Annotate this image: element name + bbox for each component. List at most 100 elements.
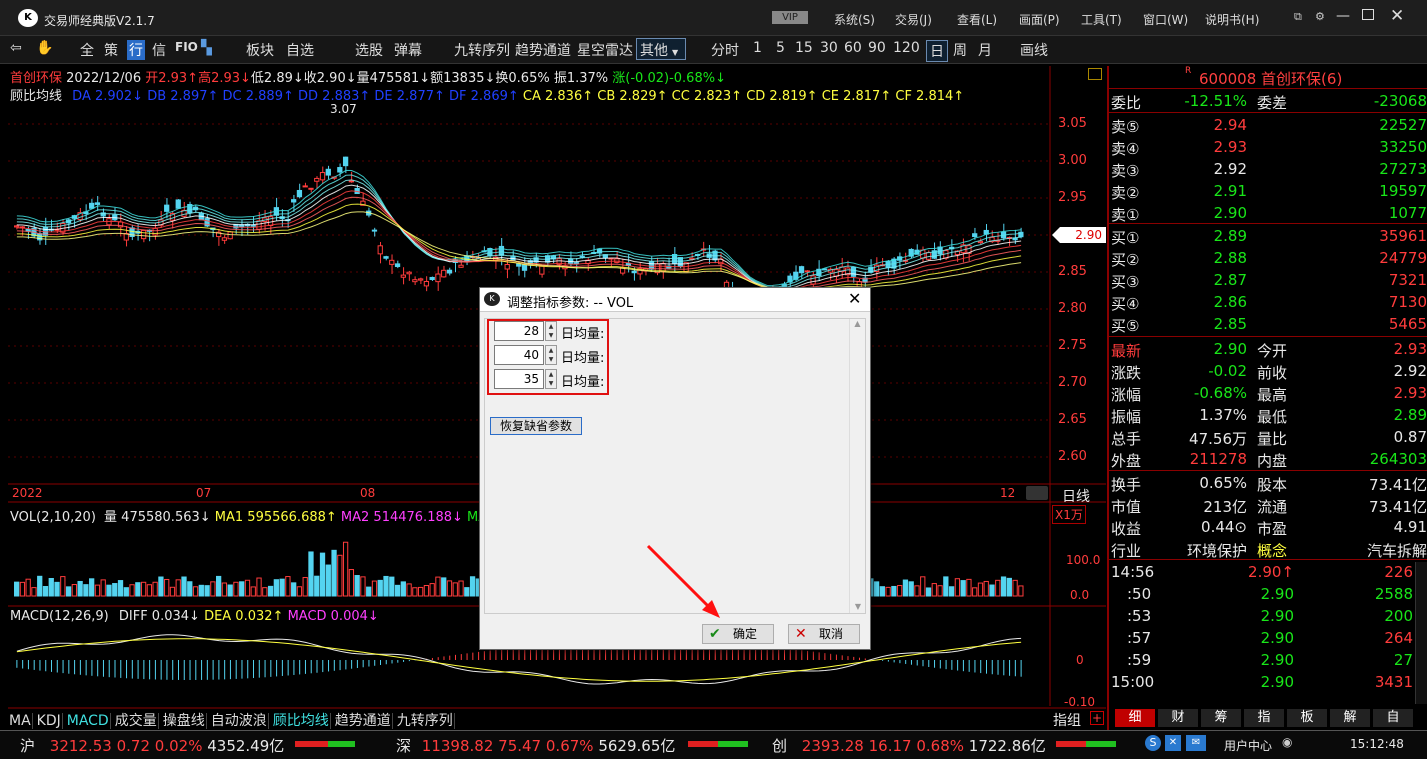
tool-screener[interactable]: 选股 — [355, 40, 383, 60]
panel-tab[interactable]: 板 — [1287, 709, 1327, 727]
settings-icon[interactable]: ⚙ — [1315, 10, 1325, 23]
volume-bar — [966, 578, 972, 597]
dialog-close-icon[interactable]: ✕ — [848, 289, 861, 308]
period-90[interactable]: 90 — [868, 40, 886, 56]
ok-button[interactable]: ✔ 确定 — [702, 624, 774, 644]
stat-value-2: 2.92 — [1393, 362, 1427, 380]
hand-icon[interactable]: ✋ — [36, 40, 53, 56]
menu-screen[interactable]: 画面(P) — [1019, 11, 1060, 28]
restore-small-icon[interactable]: ⧉ — [1294, 10, 1302, 24]
corner-box[interactable] — [1088, 68, 1102, 80]
tool-watchlist[interactable]: 自选 — [286, 40, 314, 60]
period-1[interactable]: 1 — [753, 40, 762, 56]
menu-help[interactable]: 说明书(H) — [1205, 11, 1259, 28]
menu-view[interactable]: 查看(L) — [957, 11, 997, 28]
layout-icon[interactable]: ▚ — [201, 40, 212, 56]
period-month[interactable]: 月 — [978, 40, 992, 60]
panel-tab[interactable]: 财 — [1158, 709, 1198, 727]
vip-badge[interactable]: VIP — [772, 11, 808, 24]
tool-danmaku[interactable]: 弹幕 — [394, 40, 422, 60]
volume-bar — [902, 579, 909, 597]
indicator-tab[interactable]: KDJ — [35, 713, 63, 729]
menu-trade[interactable]: 交易(J) — [895, 11, 932, 28]
period-30[interactable]: 30 — [820, 40, 838, 56]
tool-radar[interactable]: 星空雷达 — [577, 40, 633, 60]
panel-tab[interactable]: 解 — [1330, 709, 1370, 727]
cancel-button[interactable]: ✕ 取消 — [788, 624, 860, 644]
quote-vol: 量475581↓ — [356, 71, 431, 86]
indicator-tab[interactable]: 顾比均线 — [271, 713, 331, 729]
buy-row: 买① 2.89 35961 — [1109, 225, 1427, 247]
menu-tools[interactable]: 工具(T) — [1081, 11, 1122, 28]
buy-label: 买⑤ — [1111, 317, 1140, 335]
period-120[interactable]: 120 — [893, 40, 920, 56]
period-week[interactable]: 周 — [953, 40, 967, 60]
menu-window[interactable]: 窗口(W) — [1143, 11, 1188, 28]
s-icon[interactable]: S — [1145, 735, 1161, 751]
period-intraday[interactable]: 分时 — [711, 40, 739, 60]
sell-row: 卖④ 2.93 33250 — [1109, 136, 1427, 158]
indicator-tab[interactable]: 九转序列 — [395, 713, 455, 729]
tool-draw-line[interactable]: 画线 — [1020, 40, 1048, 60]
tool-info[interactable]: 信 — [152, 40, 166, 60]
add-icon[interactable]: + — [1090, 711, 1104, 725]
tick-scrollbar[interactable] — [1415, 562, 1427, 704]
tick-time: :53 — [1127, 607, 1152, 625]
menu-system[interactable]: 系统(S) — [834, 11, 875, 28]
period-60[interactable]: 60 — [844, 40, 862, 56]
panel-tab[interactable]: 指 — [1244, 709, 1284, 727]
index-cy[interactable]: 创 2393.28 16.17 0.68% 1722.86亿 — [772, 735, 1046, 756]
indicator-tab[interactable]: 成交量 — [113, 713, 159, 729]
close-icon[interactable]: ✕ — [1390, 6, 1404, 26]
params-scrollbar[interactable]: ▲ ▼ — [849, 319, 865, 613]
tool-all[interactable]: 全 — [80, 40, 94, 60]
status-bar: 沪 3212.53 0.72 0.02% 4352.49亿 深 11398.82… — [0, 730, 1427, 759]
stat2-value: 213亿 — [1203, 498, 1247, 516]
restore-defaults-button[interactable]: 恢复缺省参数 — [490, 417, 582, 435]
volume-bar — [273, 579, 279, 597]
gubi-de: DE 2.877↑ — [374, 89, 445, 104]
fullscreen-icon[interactable]: ✕ — [1165, 735, 1181, 751]
buy-volume: 7321 — [1388, 271, 1427, 289]
period-day[interactable]: 日 — [926, 40, 948, 62]
panel-tab[interactable]: 筹 — [1201, 709, 1241, 727]
scroll-down-icon[interactable]: ▼ — [850, 602, 866, 611]
panel-tab[interactable]: 细 — [1115, 709, 1155, 727]
volume-bar — [94, 584, 101, 597]
buy-volume: 35961 — [1379, 227, 1427, 245]
panel-tab[interactable]: 自 — [1373, 709, 1413, 727]
indicator-tab[interactable]: MACD — [65, 713, 111, 729]
stock-name: 首创环保 — [10, 71, 63, 86]
minimize-icon[interactable]: — — [1336, 8, 1350, 24]
user-center[interactable]: 用户中心 — [1224, 737, 1272, 754]
tool-jiuzhuan[interactable]: 九转序列 — [454, 40, 510, 60]
indicator-tab[interactable]: 趋势通道 — [333, 713, 393, 729]
buy-volume: 24779 — [1379, 249, 1427, 267]
tool-fio[interactable]: FIO — [175, 40, 198, 54]
sound-icon[interactable]: ◉ — [1282, 735, 1292, 749]
tool-trend-channel[interactable]: 趋势通道 — [515, 40, 571, 60]
period-15[interactable]: 15 — [795, 40, 813, 56]
index-sz[interactable]: 深 11398.82 75.47 0.67% 5629.65亿 — [396, 735, 675, 756]
volume-bar — [383, 575, 389, 597]
index-group[interactable]: 指组 — [1053, 710, 1081, 730]
notify-icon[interactable]: ✉ — [1186, 735, 1206, 751]
tool-other-select[interactable]: 其他 ▼ — [636, 38, 686, 60]
indicator-tab[interactable]: 操盘线 — [161, 713, 207, 729]
candle-body — [631, 270, 637, 274]
scroll-up-icon[interactable]: ▲ — [850, 319, 865, 328]
tool-strategy[interactable]: 策 — [104, 40, 118, 60]
candle-body — [389, 259, 395, 265]
index-sh[interactable]: 沪 3212.53 0.72 0.02% 4352.49亿 — [20, 735, 284, 756]
volume-bar — [262, 587, 268, 597]
back-icon[interactable]: ⇦ — [10, 40, 22, 56]
tool-sector[interactable]: 板块 — [246, 40, 274, 60]
indicator-tab[interactable]: 自动波浪 — [209, 713, 269, 729]
scroll-handle[interactable] — [1026, 486, 1048, 500]
indicator-tab[interactable]: MA — [8, 713, 33, 729]
candle-body — [25, 228, 31, 232]
maximize-icon[interactable] — [1362, 9, 1374, 20]
volume-bar — [441, 577, 447, 597]
period-5[interactable]: 5 — [776, 40, 785, 56]
tool-quote[interactable]: 行 — [127, 40, 145, 60]
